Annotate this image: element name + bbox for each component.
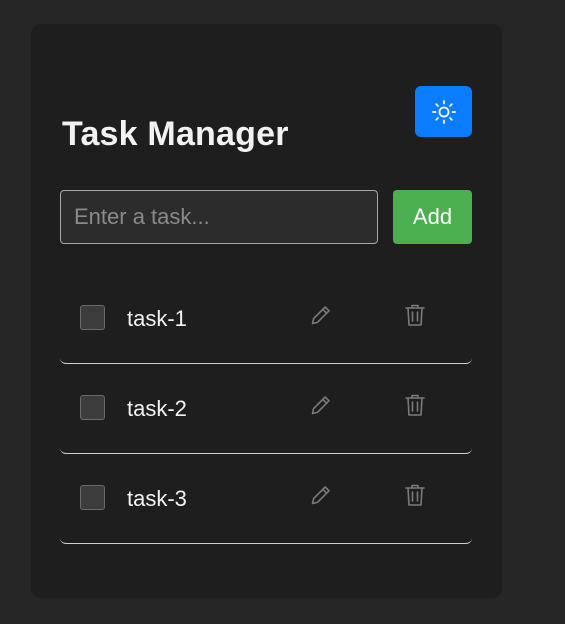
task-label: task-2 xyxy=(127,396,187,421)
task-row: task-1 xyxy=(60,274,472,364)
trash-icon xyxy=(404,483,426,507)
delete-task-button[interactable] xyxy=(402,302,428,328)
add-task-button[interactable]: Add xyxy=(393,190,472,244)
delete-task-button[interactable] xyxy=(402,392,428,418)
page-title: Task Manager xyxy=(62,115,289,153)
add-button-label: Add xyxy=(412,204,453,229)
task-checkbox[interactable] xyxy=(80,305,105,330)
sun-icon xyxy=(431,99,457,125)
pencil-icon xyxy=(309,303,333,327)
edit-task-button[interactable] xyxy=(308,392,334,418)
task-row: task-2 xyxy=(60,364,472,454)
delete-task-button[interactable] xyxy=(402,482,428,508)
trash-icon xyxy=(404,393,426,417)
trash-icon xyxy=(404,303,426,327)
task-label: task-3 xyxy=(127,486,187,511)
task-row: task-3 xyxy=(60,454,472,544)
edit-task-button[interactable] xyxy=(308,302,334,328)
task-list: task-1 task-2 task-3 xyxy=(60,274,472,544)
pencil-icon xyxy=(309,393,333,417)
task-input[interactable] xyxy=(60,190,378,244)
task-manager-card: Task Manager Add task-1 xyxy=(31,24,502,598)
task-checkbox[interactable] xyxy=(80,395,105,420)
task-label: task-1 xyxy=(127,306,187,331)
pencil-icon xyxy=(309,483,333,507)
task-checkbox[interactable] xyxy=(80,485,105,510)
edit-task-button[interactable] xyxy=(308,482,334,508)
theme-toggle-button[interactable] xyxy=(415,86,472,137)
